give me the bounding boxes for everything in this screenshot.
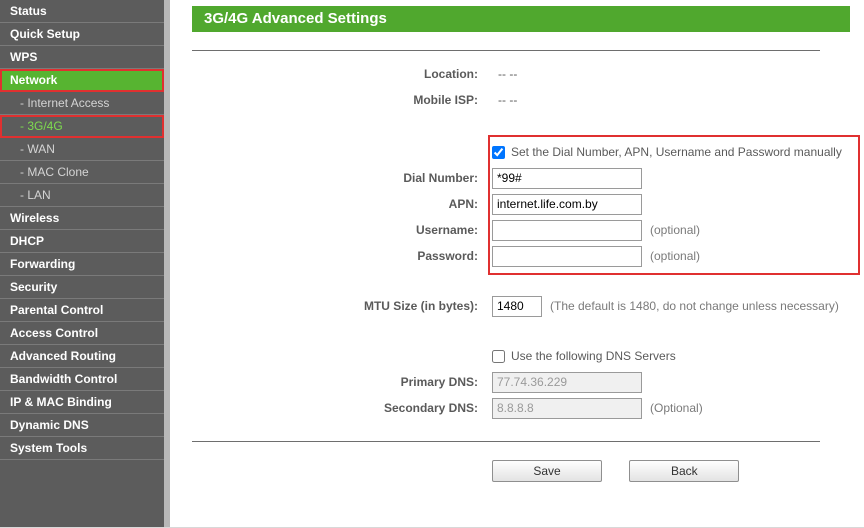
mtu-label: MTU Size (in bytes): [192, 299, 492, 313]
sidebar-subitem-lan[interactable]: - LAN [0, 184, 164, 207]
sidebar-item-quick-setup[interactable]: Quick Setup [0, 23, 164, 46]
primary-dns-input[interactable] [492, 372, 642, 393]
password-label: Password: [192, 249, 492, 263]
mobile-isp-label: Mobile ISP: [192, 93, 492, 107]
manual-settings-checkbox[interactable] [492, 146, 505, 159]
manual-settings-label: Set the Dial Number, APN, Username and P… [511, 145, 842, 159]
sidebar-item-forwarding[interactable]: Forwarding [0, 253, 164, 276]
sidebar-item-system-tools[interactable]: System Tools [0, 437, 164, 460]
username-input[interactable] [492, 220, 642, 241]
password-hint: (optional) [650, 249, 700, 263]
divider [192, 50, 820, 51]
use-dns-checkbox[interactable] [492, 350, 505, 363]
apn-input[interactable] [492, 194, 642, 215]
sidebar-subitem-mac-clone[interactable]: - MAC Clone [0, 161, 164, 184]
mobile-isp-value: -- -- [492, 93, 517, 107]
username-hint: (optional) [650, 223, 700, 237]
dial-number-input[interactable] [492, 168, 642, 189]
divider [192, 441, 820, 442]
sidebar-item-advanced-routing[interactable]: Advanced Routing [0, 345, 164, 368]
sidebar-subitem-wan[interactable]: - WAN [0, 138, 164, 161]
mtu-input[interactable] [492, 296, 542, 317]
save-button[interactable]: Save [492, 460, 602, 482]
dial-number-label: Dial Number: [192, 171, 492, 185]
username-label: Username: [192, 223, 492, 237]
main-panel: 3G/4G Advanced Settings Location: -- -- … [170, 0, 864, 527]
sidebar-item-parental-control[interactable]: Parental Control [0, 299, 164, 322]
sidebar-item-wps[interactable]: WPS [0, 46, 164, 69]
use-dns-label: Use the following DNS Servers [511, 349, 676, 363]
sidebar-item-dhcp[interactable]: DHCP [0, 230, 164, 253]
sidebar-item-wireless[interactable]: Wireless [0, 207, 164, 230]
mtu-hint: (The default is 1480, do not change unle… [550, 299, 839, 313]
sidebar-item-access-control[interactable]: Access Control [0, 322, 164, 345]
apn-label: APN: [192, 197, 492, 211]
password-input[interactable] [492, 246, 642, 267]
settings-form: Location: -- -- Mobile ISP: -- -- Set th… [192, 61, 850, 482]
sidebar-item-network[interactable]: Network [0, 69, 164, 92]
sidebar-item-dynamic-dns[interactable]: Dynamic DNS [0, 414, 164, 437]
secondary-dns-input[interactable] [492, 398, 642, 419]
sidebar-item-status[interactable]: Status [0, 0, 164, 23]
sidebar-item-bandwidth-control[interactable]: Bandwidth Control [0, 368, 164, 391]
back-button[interactable]: Back [629, 460, 739, 482]
page-title: 3G/4G Advanced Settings [192, 6, 850, 32]
sidebar-item-security[interactable]: Security [0, 276, 164, 299]
secondary-dns-hint: (Optional) [650, 401, 703, 415]
sidebar-subitem-internet-access[interactable]: - Internet Access [0, 92, 164, 115]
sidebar-subitem-3g-4g[interactable]: - 3G/4G [0, 115, 164, 138]
sidebar-item-ip-mac-binding[interactable]: IP & MAC Binding [0, 391, 164, 414]
sidebar: StatusQuick SetupWPSNetwork- Internet Ac… [0, 0, 170, 527]
location-value: -- -- [492, 67, 517, 81]
location-label: Location: [192, 67, 492, 81]
primary-dns-label: Primary DNS: [192, 375, 492, 389]
secondary-dns-label: Secondary DNS: [192, 401, 492, 415]
